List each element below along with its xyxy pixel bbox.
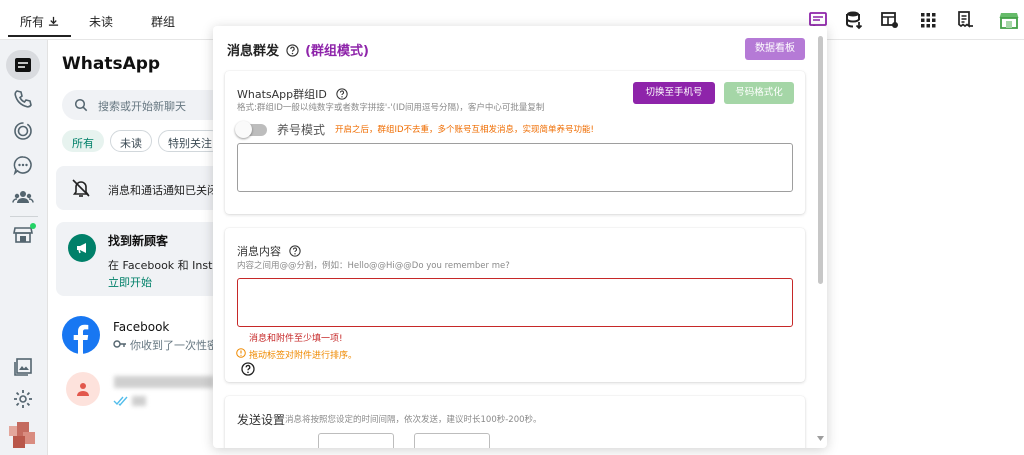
tab-unread[interactable]: 未读: [89, 13, 113, 30]
dialog-scrollbar[interactable]: [816, 34, 824, 444]
interval-max-input[interactable]: [414, 433, 490, 448]
chats-icon[interactable]: [12, 54, 34, 76]
validation-error: 消息和附件至少填一项!: [249, 334, 343, 344]
search-box[interactable]: 搜索或开始新聊天: [62, 90, 232, 120]
left-rail: [0, 40, 48, 455]
switch-to-phone-button[interactable]: 切换至手机号: [633, 82, 715, 104]
message-content-card: 消息内容 内容之间用@@分割，例如：Hello@@Hi@@Do you reme…: [225, 228, 805, 382]
promo-body: 在 Facebook 和 Insta: [108, 259, 220, 272]
broadcast-dialog: 消息群发 (群组模式) 数据看板 WhatsApp群组ID 格式:群组ID一般以…: [213, 26, 827, 448]
filter-all[interactable]: 所有: [62, 130, 104, 152]
chat-name: Facebook: [113, 320, 170, 334]
group-id-card: WhatsApp群组ID 格式:群组ID一般以纯数字或者数字拼接'-'(ID间用…: [225, 71, 805, 214]
group-id-textarea[interactable]: [237, 143, 793, 192]
search-icon: [74, 98, 88, 112]
promo-avatar: [68, 234, 96, 262]
megaphone-icon: [77, 243, 86, 254]
person-icon: [77, 383, 89, 396]
phone-icon[interactable]: [12, 88, 34, 110]
toggle-knob: [235, 121, 252, 138]
message-content-hint: 内容之间用@@分割，例如：Hello@@Hi@@Do you remember …: [237, 261, 510, 271]
attachment-sort-hint: 拖动标签对附件进行排序。: [249, 351, 358, 361]
nurture-mode-label: 养号模式: [277, 123, 326, 137]
scrollbar-thumb[interactable]: [818, 36, 823, 284]
scroll-down-arrow-icon[interactable]: [817, 436, 824, 442]
help-icon[interactable]: [285, 44, 299, 57]
help-icon[interactable]: [336, 88, 349, 100]
bell-off-icon: [72, 179, 90, 197]
send-settings-card: 发送设置 消息将按照您设定的时间间隔，依次发送，建议时长100秒-200秒。: [225, 396, 805, 448]
message-content-label: 消息内容: [237, 243, 301, 259]
group-id-label: WhatsApp群组ID: [237, 86, 349, 102]
tab-all[interactable]: 所有: [8, 13, 71, 37]
interval-min-input[interactable]: [318, 433, 394, 448]
channels-icon[interactable]: [12, 154, 34, 176]
help-icon[interactable]: [288, 245, 301, 257]
notification-dot: [30, 223, 36, 229]
dialog-title: 消息群发 (群组模式): [227, 44, 369, 59]
store-icon[interactable]: [998, 9, 1020, 31]
facebook-logo-icon: [62, 316, 100, 354]
app-title: WhatsApp: [62, 54, 161, 74]
communities-icon[interactable]: [12, 186, 34, 208]
nurture-mode-toggle[interactable]: [235, 121, 267, 138]
double-check-icon: [113, 396, 128, 406]
database-icon[interactable]: [844, 10, 864, 30]
table-settings-icon[interactable]: [880, 10, 900, 30]
redacted-contact-name: [114, 376, 214, 388]
message-content-textarea[interactable]: [237, 278, 793, 327]
warning-icon: [236, 348, 246, 358]
receipt-icon[interactable]: [955, 10, 975, 30]
promo-title: 找到新顾客: [108, 234, 169, 248]
filter-unread[interactable]: 未读: [110, 130, 152, 152]
send-settings-label: 发送设置: [237, 413, 286, 427]
contact-avatar: [66, 372, 100, 406]
dashboard-button[interactable]: 数据看板: [745, 38, 805, 60]
notice-text: 消息和通话通知已关闭: [108, 184, 218, 197]
promo-link[interactable]: 立即开始: [108, 274, 152, 290]
rail-divider: [10, 216, 38, 217]
search-input[interactable]: 搜索或开始新聊天: [98, 98, 186, 114]
mode-label: (群组模式): [305, 44, 369, 59]
send-settings-hint: 消息将按照您设定的时间间隔，依次发送，建议时长100秒-200秒。: [285, 415, 542, 425]
download-icon: [48, 16, 58, 26]
profile-avatar[interactable]: [9, 422, 37, 450]
status-icon[interactable]: [12, 120, 34, 142]
key-icon: [113, 340, 126, 348]
help-icon[interactable]: [241, 362, 255, 376]
apps-grid-icon[interactable]: [918, 10, 938, 30]
format-number-button[interactable]: 号码格式化: [724, 82, 794, 104]
chat-preview: 你收到了一次性密: [130, 339, 218, 352]
media-gallery-icon[interactable]: [12, 356, 34, 378]
tab-groups[interactable]: 群组: [151, 13, 175, 30]
group-id-hint: 格式:群组ID一般以纯数字或者数字拼接'-'(ID间用逗号分隔)，客户中心可批量…: [237, 103, 545, 113]
redacted-preview: [132, 396, 146, 406]
settings-icon[interactable]: [12, 388, 34, 410]
nurture-mode-hint: 开启之后，群组ID不去重，多个账号互相发消息，实现简单养号功能!: [335, 125, 594, 135]
